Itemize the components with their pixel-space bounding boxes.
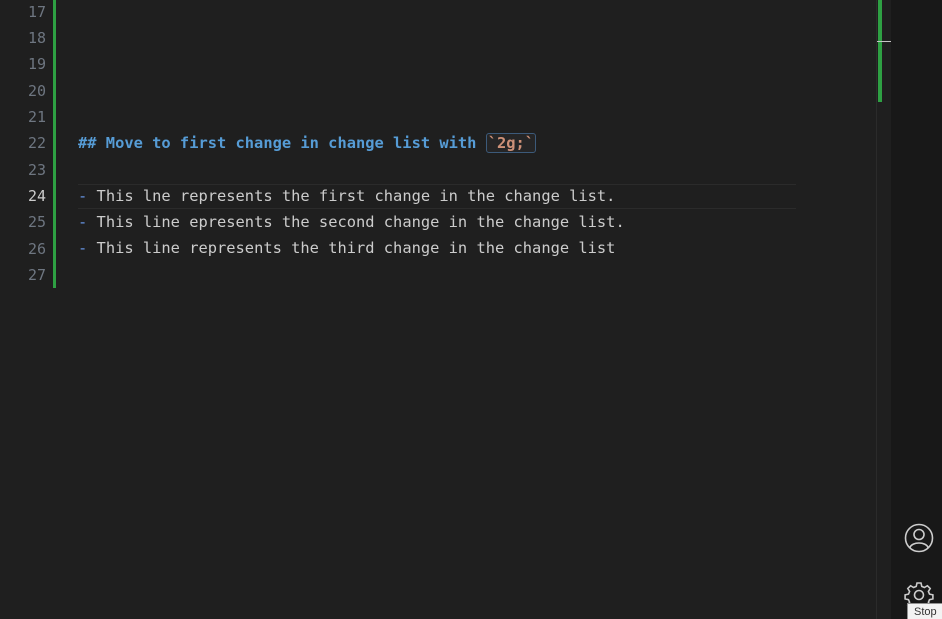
line-number: 27 [27, 266, 46, 284]
line-text: This line represents the third change in… [87, 239, 616, 257]
code-line-heading[interactable]: ## Move to first change in change list w… [78, 130, 537, 156]
activity-bar [891, 0, 942, 619]
line-number: 25 [27, 213, 46, 231]
line-number: 21 [27, 108, 46, 126]
inline-code: `2g;` [485, 133, 537, 153]
editor-pane[interactable]: 17 18 19 20 21 22 23 24 25 26 27 ## Move… [0, 0, 876, 619]
line-number: 26 [27, 240, 46, 258]
code-line[interactable]: - This lne represents the first change i… [78, 183, 615, 209]
line-number: 20 [27, 82, 46, 100]
scrollbar-cursor-marker [877, 41, 891, 42]
tooltip: Stop [907, 603, 942, 619]
list-bullet: - [78, 187, 88, 205]
line-number: 17 [27, 3, 46, 21]
git-change-marker[interactable] [53, 0, 56, 288]
vscode-window: 17 18 19 20 21 22 23 24 25 26 27 ## Move… [0, 0, 942, 619]
line-text: This lne represents the first change in … [87, 187, 616, 205]
account-icon[interactable] [904, 523, 934, 553]
list-bullet: - [78, 239, 88, 257]
heading-text: ## Move to first change in change list w… [78, 134, 486, 152]
list-bullet: - [78, 213, 88, 231]
code-line[interactable]: - This line epresents the second change … [78, 209, 625, 235]
code-line[interactable]: - This line represents the third change … [78, 235, 615, 261]
line-number: 19 [27, 55, 46, 73]
line-text: This line epresents the second change in… [87, 213, 625, 231]
scrollbar-change-marker [878, 0, 882, 102]
line-number: 18 [27, 29, 46, 47]
line-number-active: 24 [27, 187, 46, 205]
line-number: 23 [27, 161, 46, 179]
line-number: 22 [27, 134, 46, 152]
vertical-scrollbar[interactable] [876, 0, 891, 619]
